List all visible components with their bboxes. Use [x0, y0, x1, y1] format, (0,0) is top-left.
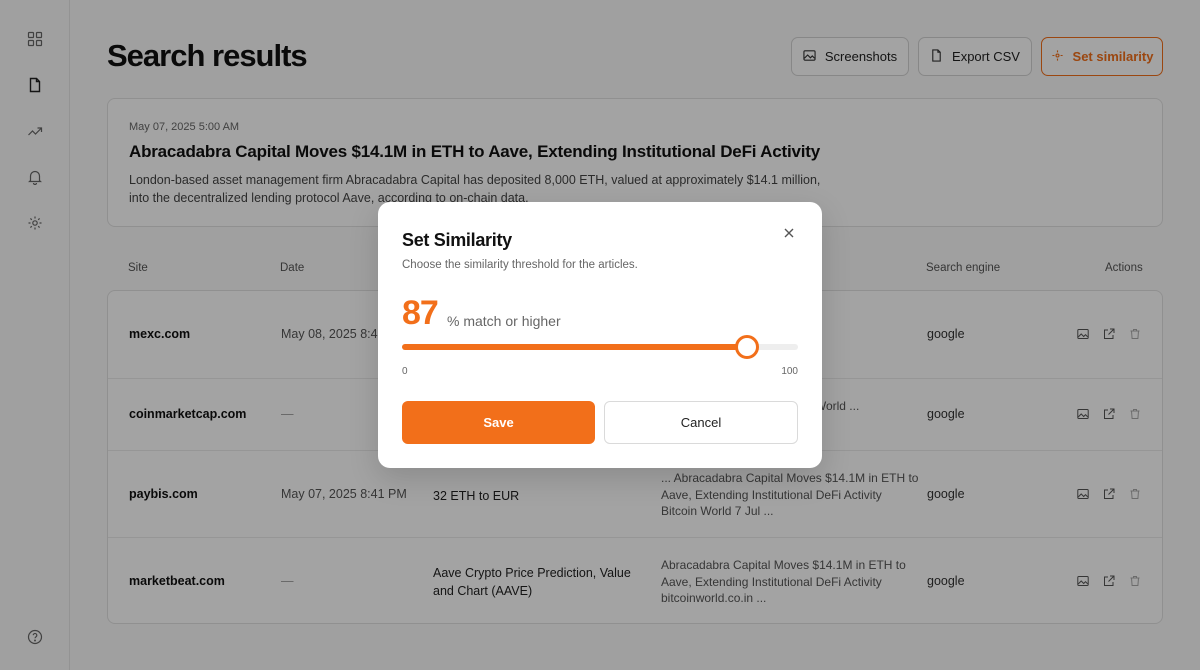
slider-min-label: 0	[402, 366, 408, 377]
cancel-button[interactable]: Cancel	[604, 401, 798, 444]
similarity-slider[interactable]	[402, 335, 798, 359]
set-similarity-dialog: Set Similarity Choose the similarity thr…	[378, 202, 822, 468]
similarity-value: 87	[402, 294, 439, 332]
slider-thumb[interactable]	[734, 335, 759, 359]
slider-fill	[402, 344, 747, 350]
similarity-unit: % match or higher	[447, 313, 561, 329]
slider-max-label: 100	[781, 366, 798, 377]
dialog-subtitle: Choose the similarity threshold for the …	[402, 259, 638, 271]
dialog-title: Set Similarity	[402, 230, 512, 250]
save-button[interactable]: Save	[402, 401, 595, 444]
close-icon[interactable]	[782, 226, 796, 240]
